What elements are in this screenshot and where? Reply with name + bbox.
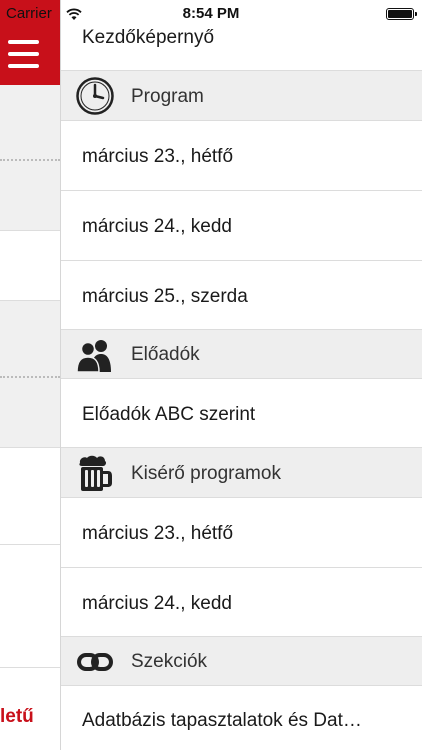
section-title: Szekciók xyxy=(131,651,208,672)
link-icon xyxy=(77,653,113,671)
section-title: Előadók xyxy=(131,344,200,365)
menu-item-label: március 23., hétfő xyxy=(82,146,234,167)
menu-item-label: Adatbázis tapasztalatok és Dat… xyxy=(82,710,362,731)
background-panel xyxy=(0,231,60,300)
background-page: letű xyxy=(0,0,60,750)
background-panel xyxy=(0,301,60,447)
background-panel xyxy=(0,448,60,544)
people-icon xyxy=(76,340,111,373)
menu-item-label: március 25., szerda xyxy=(82,286,248,307)
menu-item-section[interactable]: Adatbázis tapasztalatok és Dat… xyxy=(61,686,422,750)
section-title: Kisérő programok xyxy=(131,463,281,484)
menu-item-label: március 23., hétfő xyxy=(82,523,234,544)
menu-item-label: Előadók ABC szerint xyxy=(82,404,256,425)
background-panel xyxy=(0,545,60,667)
section-title: Program xyxy=(131,86,204,107)
menu-item-speakers-abc[interactable]: Előadók ABC szerint xyxy=(61,379,422,448)
partial-tab-label[interactable]: letű xyxy=(0,706,34,728)
clock-icon xyxy=(76,77,114,115)
menu-item-label: Kezdőképernyő xyxy=(82,27,215,48)
status-time: 8:54 PM xyxy=(182,5,240,22)
menu-item-label: március 24., kedd xyxy=(82,593,232,614)
menu-item-program-day[interactable]: március 25., szerda xyxy=(61,261,422,330)
menu-item-program-day[interactable]: március 24., kedd xyxy=(61,191,422,261)
status-bar: Carrier 8:54 PM xyxy=(0,0,422,28)
dotted-divider xyxy=(0,376,60,378)
menu-item-program-day[interactable]: március 23., hétfő xyxy=(61,121,422,191)
background-panel xyxy=(0,85,60,230)
battery-icon xyxy=(386,8,417,20)
section-header-program: Program xyxy=(61,71,422,121)
menu-item-label: március 24., kedd xyxy=(82,216,232,237)
section-header-speakers: Előadók xyxy=(61,330,422,379)
menu-item-side-program-day[interactable]: március 24., kedd xyxy=(61,568,422,637)
section-header-sections: Szekciók xyxy=(61,637,422,686)
beer-mug-icon xyxy=(79,455,112,491)
side-drawer: Kezdőképernyő Program március 23., hétfő… xyxy=(60,0,422,750)
section-header-side-programs: Kisérő programok xyxy=(61,448,422,498)
dotted-divider xyxy=(0,159,60,161)
menu-item-side-program-day[interactable]: március 23., hétfő xyxy=(61,498,422,568)
